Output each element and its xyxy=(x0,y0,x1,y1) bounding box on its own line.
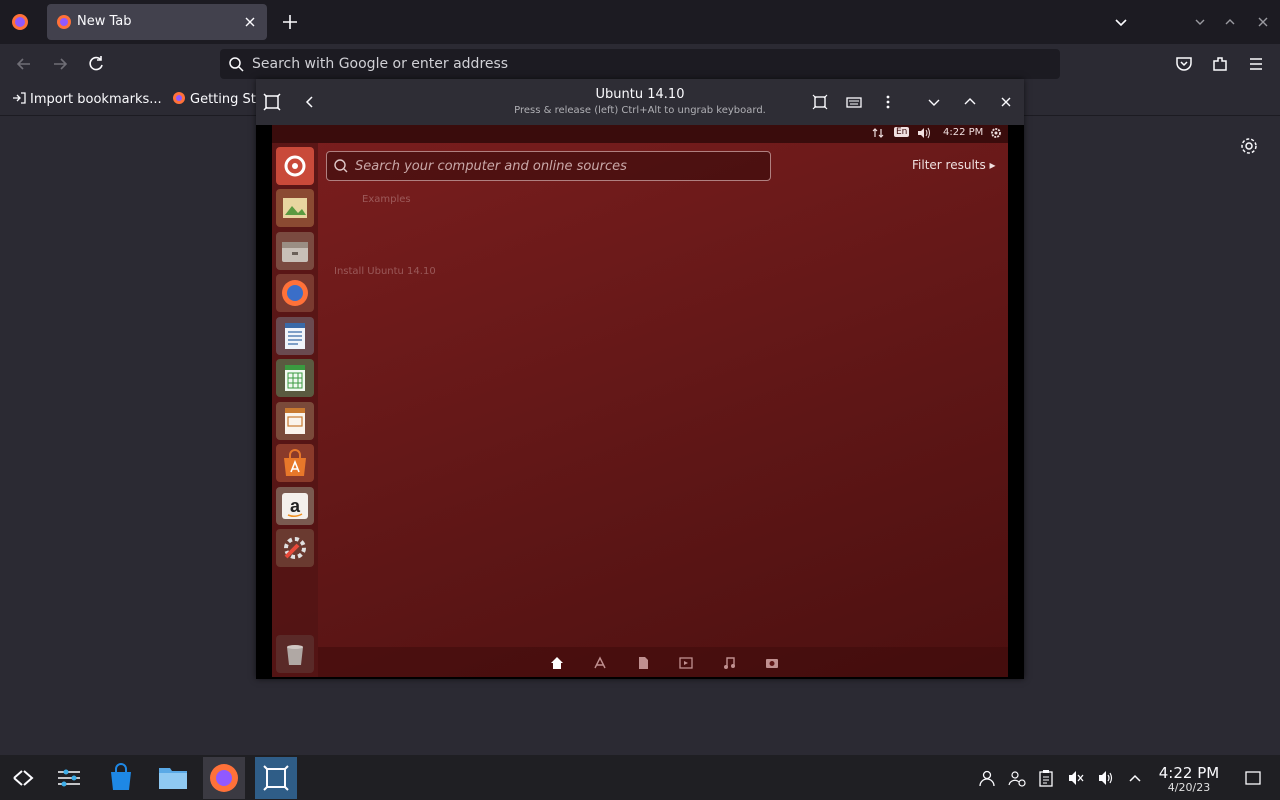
keyboard-icon[interactable] xyxy=(845,93,863,111)
dash-icon[interactable] xyxy=(276,147,314,185)
vm-titlebar[interactable]: Ubuntu 14.10 Press & release (left) Ctrl… xyxy=(256,79,1024,125)
firefox-icon[interactable] xyxy=(276,274,314,312)
guest-top-panel: En 4:22 PM xyxy=(272,125,1008,143)
calc-icon[interactable] xyxy=(276,359,314,397)
files-lens-icon[interactable] xyxy=(636,656,650,670)
vm-subtitle: Press & release (left) Ctrl+Alt to ungra… xyxy=(514,105,766,116)
hamburger-menu-icon[interactable] xyxy=(1244,52,1268,76)
app-launcher-icon[interactable] xyxy=(2,757,44,799)
reload-icon[interactable] xyxy=(84,52,108,76)
bookmark-getting-started-label: Getting St xyxy=(190,92,256,107)
user-switch-icon[interactable] xyxy=(1008,769,1026,787)
shotwell-icon[interactable] xyxy=(276,189,314,227)
audio-muted-icon[interactable] xyxy=(1067,769,1085,787)
bookmark-import-label: Import bookmarks... xyxy=(30,92,162,107)
close-window-icon[interactable] xyxy=(1253,12,1273,32)
network-icon[interactable] xyxy=(872,127,884,139)
dash-search-placeholder: Search your computer and online sources xyxy=(355,159,627,174)
firefox-taskbar-icon[interactable] xyxy=(203,757,245,799)
discover-store-icon[interactable] xyxy=(100,757,142,799)
vm-title: Ubuntu 14.10 xyxy=(595,87,685,102)
forward-arrow-icon[interactable] xyxy=(48,52,72,76)
ghost-examples-label[interactable]: Examples xyxy=(362,194,411,205)
fullscreen-icon[interactable] xyxy=(811,93,829,111)
apps-icon[interactable] xyxy=(593,656,607,670)
amazon-icon[interactable]: a xyxy=(276,487,314,525)
volume-icon[interactable] xyxy=(917,127,931,139)
vm-maximize-icon[interactable] xyxy=(961,93,979,111)
svg-text:a: a xyxy=(290,496,301,516)
unity-launcher: a xyxy=(272,143,318,677)
close-tab-icon[interactable] xyxy=(241,13,259,31)
dash-search-input[interactable]: Search your computer and online sources xyxy=(326,151,771,181)
system-settings-taskbar-icon[interactable] xyxy=(48,757,90,799)
import-icon xyxy=(12,91,26,105)
vm-viewer-taskbar-icon[interactable] xyxy=(255,757,297,799)
filter-results-label: Filter results xyxy=(912,158,986,172)
home-icon[interactable] xyxy=(550,656,564,670)
system-settings-icon[interactable] xyxy=(276,529,314,567)
writer-icon[interactable] xyxy=(276,317,314,355)
trash-icon[interactable] xyxy=(276,635,314,673)
clock-date[interactable]: 4/20/23 xyxy=(1155,781,1223,794)
tab-strip: New Tab xyxy=(0,0,1280,44)
more-options-icon[interactable] xyxy=(879,93,897,111)
tab-label: New Tab xyxy=(77,14,132,29)
tab-new-tab[interactable]: New Tab xyxy=(47,4,267,40)
pocket-icon[interactable] xyxy=(1172,52,1196,76)
address-bar[interactable]: Search with Google or enter address xyxy=(220,49,1060,79)
software-center-icon[interactable] xyxy=(276,444,314,482)
impress-icon[interactable] xyxy=(276,402,314,440)
back-arrow-icon[interactable] xyxy=(12,52,36,76)
power-gear-icon[interactable] xyxy=(990,127,1002,139)
extensions-icon[interactable] xyxy=(1208,52,1232,76)
bookmark-import[interactable]: Import bookmarks... xyxy=(12,91,162,109)
video-icon[interactable] xyxy=(679,656,693,670)
address-bar-placeholder: Search with Google or enter address xyxy=(252,56,509,72)
filter-results-button[interactable]: Filter results ▸ xyxy=(912,158,996,172)
firefox-icon xyxy=(172,91,186,105)
search-icon xyxy=(228,56,244,72)
volume-icon[interactable] xyxy=(1097,769,1115,787)
guest-clock[interactable]: 4:22 PM xyxy=(943,127,983,138)
vm-close-icon[interactable] xyxy=(997,93,1015,111)
clock-time[interactable]: 4:22 PM xyxy=(1155,764,1223,782)
user-icon[interactable] xyxy=(978,769,996,787)
vm-window[interactable]: Ubuntu 14.10 Press & release (left) Ctrl… xyxy=(256,79,1024,679)
maximize-icon[interactable] xyxy=(1220,12,1240,32)
list-all-tabs-icon[interactable] xyxy=(1111,12,1131,32)
ghost-install-label[interactable]: Install Ubuntu 14.10 xyxy=(334,266,436,277)
taskbar xyxy=(0,755,1280,800)
show-desktop-icon[interactable] xyxy=(1244,769,1262,787)
files-icon[interactable] xyxy=(276,232,314,270)
minimize-icon[interactable] xyxy=(1190,12,1210,32)
navigation-toolbar: Search with Google or enter address xyxy=(0,44,1280,84)
bookmark-getting-started[interactable]: Getting St xyxy=(172,91,256,109)
gear-icon[interactable] xyxy=(1240,137,1258,155)
tray-expand-icon[interactable] xyxy=(1126,769,1144,787)
photo-icon[interactable] xyxy=(765,656,779,670)
search-icon xyxy=(333,158,349,174)
firefox-menu-icon[interactable] xyxy=(10,12,30,32)
music-icon[interactable] xyxy=(722,656,736,670)
firefox-icon xyxy=(55,13,73,31)
new-tab-button[interactable] xyxy=(278,10,302,34)
vm-minimize-icon[interactable] xyxy=(925,93,943,111)
lens-bar xyxy=(318,647,1008,677)
keyboard-layout-indicator[interactable]: En xyxy=(894,127,910,137)
guest-display[interactable]: En 4:22 PM a Search your computer and on… xyxy=(272,125,1008,677)
clipboard-icon[interactable] xyxy=(1037,769,1055,787)
file-manager-icon[interactable] xyxy=(152,757,194,799)
